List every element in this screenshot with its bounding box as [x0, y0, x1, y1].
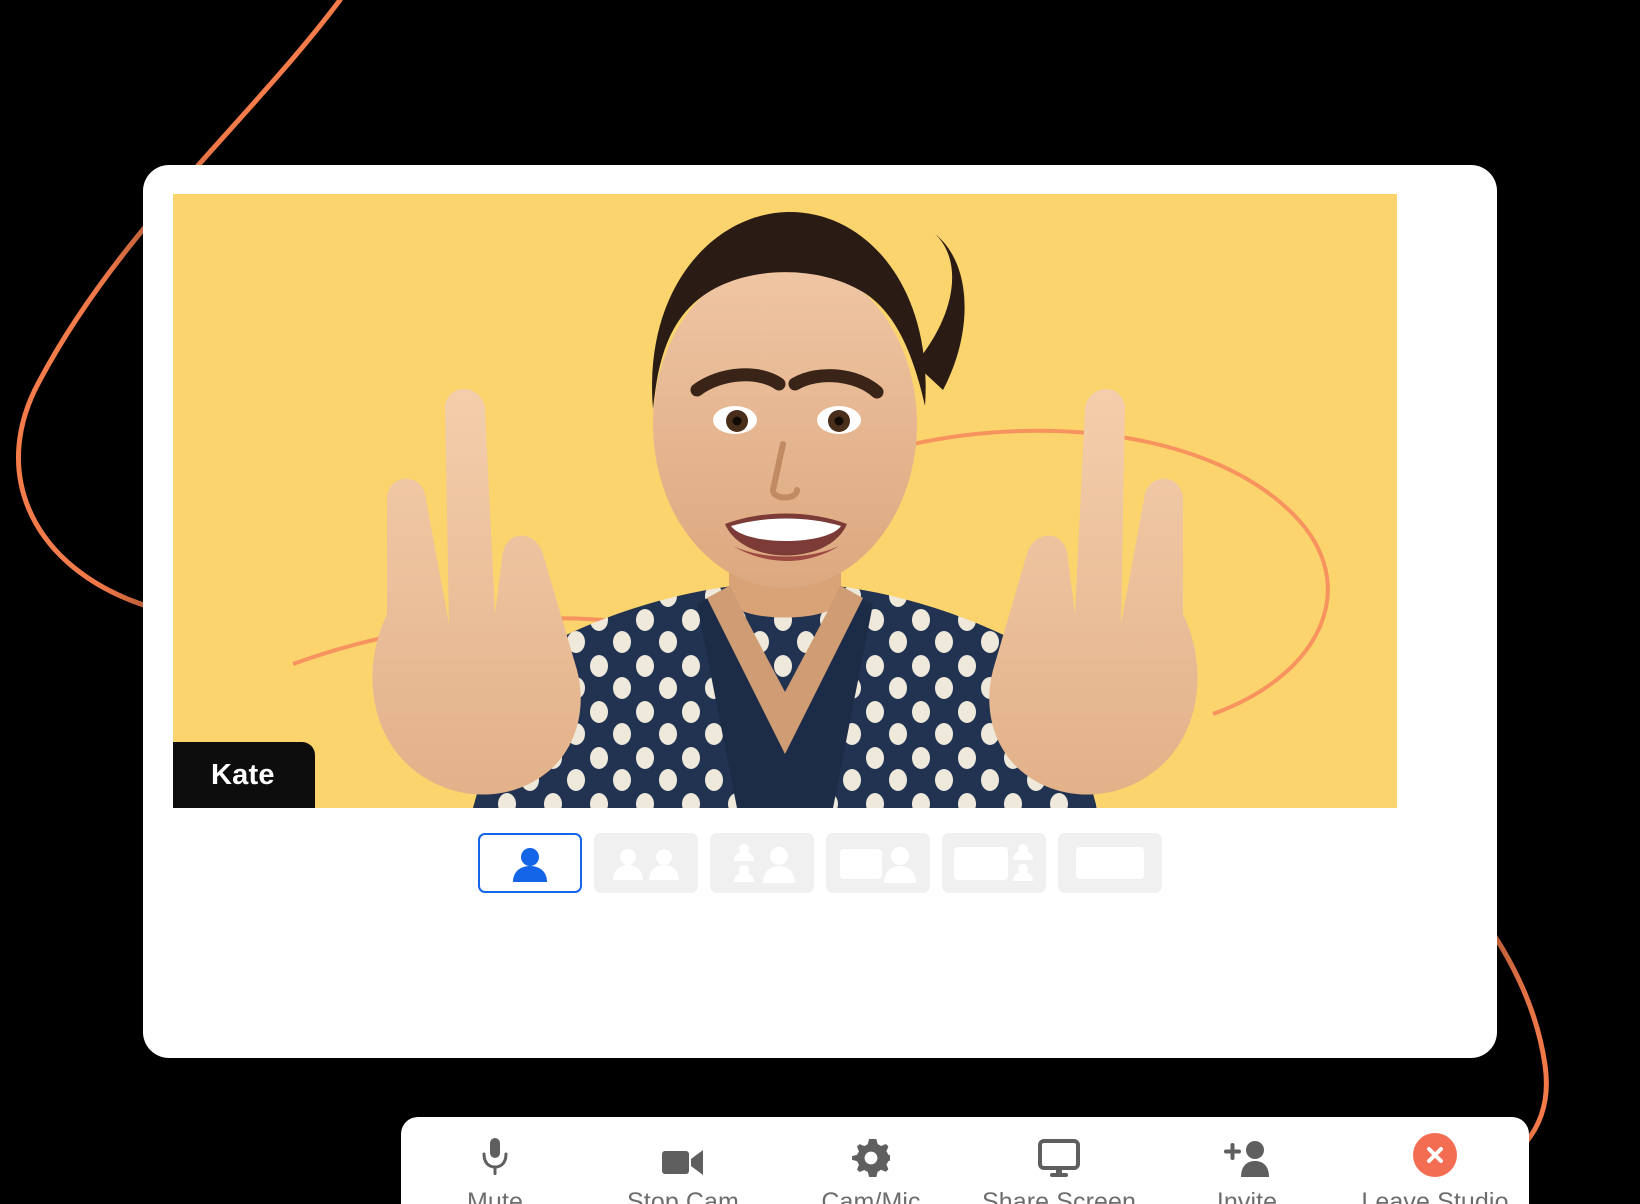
layout-screen-sidebar-icon [954, 844, 1033, 881]
control-share-screen[interactable]: Share Screen [965, 1117, 1153, 1204]
layout-two-people-icon [613, 849, 679, 880]
control-label: Mute [467, 1188, 523, 1204]
layout-option-speaker-plus-one[interactable] [710, 833, 814, 893]
video-stage[interactable]: Kate [173, 194, 1397, 808]
close-circle-icon [1413, 1133, 1457, 1177]
layout-selector [143, 833, 1497, 893]
control-label: Invite [1216, 1188, 1278, 1204]
layout-option-screen-and-speaker[interactable] [826, 833, 930, 893]
layout-option-speaker-only[interactable] [478, 833, 582, 893]
layout-option-two-up[interactable] [594, 833, 698, 893]
layout-screen-person-icon [840, 847, 916, 883]
leave-circle [1413, 1133, 1457, 1177]
layout-stacked-people-icon [734, 844, 795, 883]
layout-screen-only-icon [1076, 847, 1144, 879]
control-cam-mic[interactable]: Cam/Mic [777, 1117, 965, 1204]
control-stop-cam[interactable]: Stop Cam [589, 1117, 777, 1204]
control-mute[interactable]: Mute [401, 1117, 589, 1204]
control-invite[interactable]: Invite [1153, 1117, 1341, 1204]
add-person-icon [1224, 1137, 1270, 1177]
control-leave-studio[interactable]: Leave Studio [1341, 1117, 1529, 1204]
participant-nameplate: Kate [173, 742, 315, 808]
microphone-icon [479, 1137, 511, 1177]
layout-option-screen-with-sidebar[interactable] [942, 833, 1046, 893]
control-label: Share Screen [981, 1188, 1137, 1204]
monitor-icon [1038, 1137, 1080, 1177]
layout-single-person-icon [513, 848, 547, 882]
gear-icon [852, 1137, 890, 1177]
control-label: Leave Studio [1361, 1188, 1509, 1204]
control-label: Stop Cam [627, 1188, 739, 1204]
studio-window: Kate Mute Stop Cam Cam/Mic Share Screen … [143, 165, 1529, 1204]
video-camera-icon [662, 1137, 704, 1177]
participant-name: Kate [211, 758, 275, 791]
controls-toolbar: Mute Stop Cam Cam/Mic Share Screen Invit… [401, 1117, 1529, 1204]
screenshot-root: Kate Mute Stop Cam Cam/Mic Share Screen … [0, 0, 1640, 1204]
layout-option-screen-only[interactable] [1058, 833, 1162, 893]
control-label: Cam/Mic [821, 1188, 921, 1204]
participant-video-image [173, 194, 1397, 808]
